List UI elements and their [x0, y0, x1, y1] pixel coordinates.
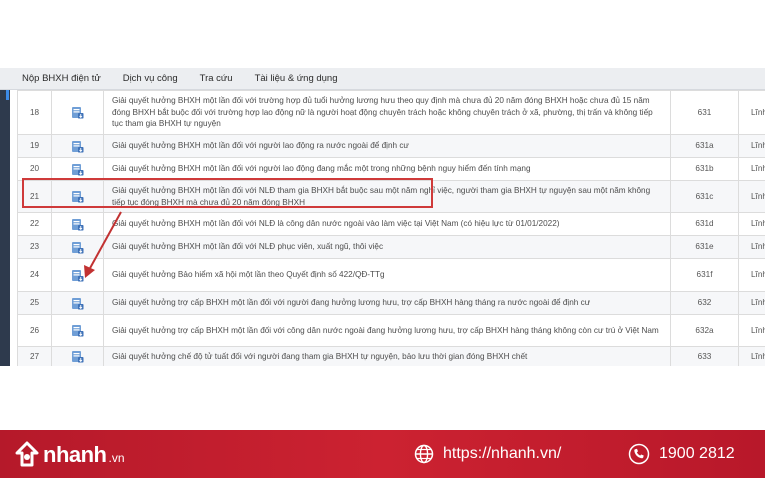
- globe-icon: [414, 444, 434, 464]
- procedure-type: Lĩnh: [738, 314, 765, 347]
- document-download-icon[interactable]: [71, 218, 84, 231]
- phone-number[interactable]: 1900 2812: [659, 445, 735, 463]
- row-number: 19: [17, 134, 52, 158]
- table-row[interactable]: 25 Giải quyết hưởng trợ cấp BHXH một lần …: [17, 291, 765, 315]
- procedure-name[interactable]: Giải quyết hưởng BHXH một lần đối với tr…: [103, 90, 671, 135]
- procedure-type: Lĩnh: [738, 235, 765, 259]
- row-icon-cell[interactable]: [51, 235, 104, 259]
- row-icon-cell[interactable]: [51, 346, 104, 366]
- brand-footer: nhanh .vn https://nhanh.vn/ 1900 2812: [0, 430, 765, 478]
- row-icon-cell[interactable]: [51, 291, 104, 315]
- document-download-icon[interactable]: [71, 324, 84, 337]
- procedure-table-area: 18 Giải quyết hưởng BHXH một lần đối với …: [0, 90, 765, 366]
- procedure-code: 631b: [670, 157, 739, 181]
- table-row[interactable]: 19 Giải quyết hưởng BHXH một lần đối với …: [17, 134, 765, 158]
- row-icon-cell[interactable]: [51, 212, 104, 236]
- procedure-type: Lĩnh: [738, 258, 765, 292]
- website-contact[interactable]: https://nhanh.vn/: [414, 430, 561, 478]
- document-download-icon[interactable]: [71, 163, 84, 176]
- phone-icon: [628, 443, 650, 465]
- document-download-icon[interactable]: [71, 297, 84, 310]
- procedure-name[interactable]: Giải quyết hưởng trợ cấp BHXH một lần đố…: [103, 291, 671, 315]
- procedure-code: 633: [670, 346, 739, 366]
- document-download-icon[interactable]: [71, 241, 84, 254]
- procedure-code: 631: [670, 90, 739, 135]
- procedure-type: Lĩnh: [738, 134, 765, 158]
- procedure-name[interactable]: Giải quyết hưởng BHXH một lần đối với NL…: [103, 235, 671, 259]
- document-download-icon[interactable]: [71, 140, 84, 153]
- row-icon-cell[interactable]: [51, 90, 104, 135]
- procedure-code: 631d: [670, 212, 739, 236]
- table-row[interactable]: 23 Giải quyết hưởng BHXH một lần đối với …: [17, 235, 765, 259]
- table-row[interactable]: 24 Giải quyết hưởng Bảo hiểm xã hội một l…: [17, 258, 765, 292]
- procedure-type: Lĩnh: [738, 180, 765, 213]
- procedure-name[interactable]: Giải quyết hưởng trợ cấp BHXH một lần đố…: [103, 314, 671, 347]
- procedure-name[interactable]: Giải quyết hưởng Bảo hiểm xã hội một lần…: [103, 258, 671, 292]
- brand-suffix: .vn: [108, 451, 125, 465]
- procedure-type: Lĩnh: [738, 291, 765, 315]
- row-icon-cell[interactable]: [51, 314, 104, 347]
- nav-electronic-submission[interactable]: Nộp BHXH điện tử: [22, 73, 101, 84]
- document-download-icon[interactable]: [71, 269, 84, 282]
- row-number: 24: [17, 258, 52, 292]
- nav-lookup[interactable]: Tra cứu: [200, 73, 233, 84]
- left-sidebar-edge: [0, 90, 10, 366]
- row-icon-cell[interactable]: [51, 134, 104, 158]
- row-number: 26: [17, 314, 52, 347]
- nav-public-services[interactable]: Dịch vụ công: [123, 73, 178, 84]
- row-number: 25: [17, 291, 52, 315]
- procedure-code: 632a: [670, 314, 739, 347]
- procedure-code: 632: [670, 291, 739, 315]
- document-download-icon[interactable]: [71, 350, 84, 363]
- nhanh-logo: nhanh .vn: [12, 440, 125, 470]
- phone-contact[interactable]: 1900 2812: [628, 430, 735, 478]
- row-number: 23: [17, 235, 52, 259]
- document-download-icon[interactable]: [71, 106, 84, 119]
- procedure-name[interactable]: Giải quyết hưởng BHXH một lần đối với ng…: [103, 134, 671, 158]
- table-row[interactable]: 27 Giải quyết hưởng chế độ tử tuất đối vớ…: [17, 346, 765, 366]
- row-number: 22: [17, 212, 52, 236]
- brand-name: nhanh: [43, 442, 107, 467]
- procedure-code: 631c: [670, 180, 739, 213]
- row-number: 27: [17, 346, 52, 366]
- procedure-table: 18 Giải quyết hưởng BHXH một lần đối với …: [17, 90, 765, 366]
- website-url[interactable]: https://nhanh.vn/: [443, 445, 561, 463]
- top-navigation-bar: Nộp BHXH điện tử Dịch vụ công Tra cứu Tà…: [0, 68, 765, 90]
- nhanh-logo-icon: [15, 441, 39, 467]
- procedure-type: Lĩnh: [738, 157, 765, 181]
- procedure-name[interactable]: Giải quyết hưởng BHXH một lần đối với NL…: [103, 212, 671, 236]
- table-row[interactable]: 18 Giải quyết hưởng BHXH một lần đối với …: [17, 90, 765, 135]
- procedure-type: Lĩnh: [738, 346, 765, 366]
- highlight-box: [22, 178, 433, 208]
- row-icon-cell[interactable]: [51, 258, 104, 292]
- procedure-name[interactable]: Giải quyết hưởng chế độ tử tuất đối với …: [103, 346, 671, 366]
- procedure-code: 631a: [670, 134, 739, 158]
- procedure-code: 631e: [670, 235, 739, 259]
- procedure-type: Lĩnh: [738, 212, 765, 236]
- table-row[interactable]: 26 Giải quyết hưởng trợ cấp BHXH một lần …: [17, 314, 765, 347]
- procedure-code: 631f: [670, 258, 739, 292]
- nav-documents-apps[interactable]: Tài liệu & ứng dụng: [255, 73, 338, 84]
- row-number: 18: [17, 90, 52, 135]
- procedure-type: Lĩnh: [738, 90, 765, 135]
- table-row[interactable]: 22 Giải quyết hưởng BHXH một lần đối với …: [17, 212, 765, 236]
